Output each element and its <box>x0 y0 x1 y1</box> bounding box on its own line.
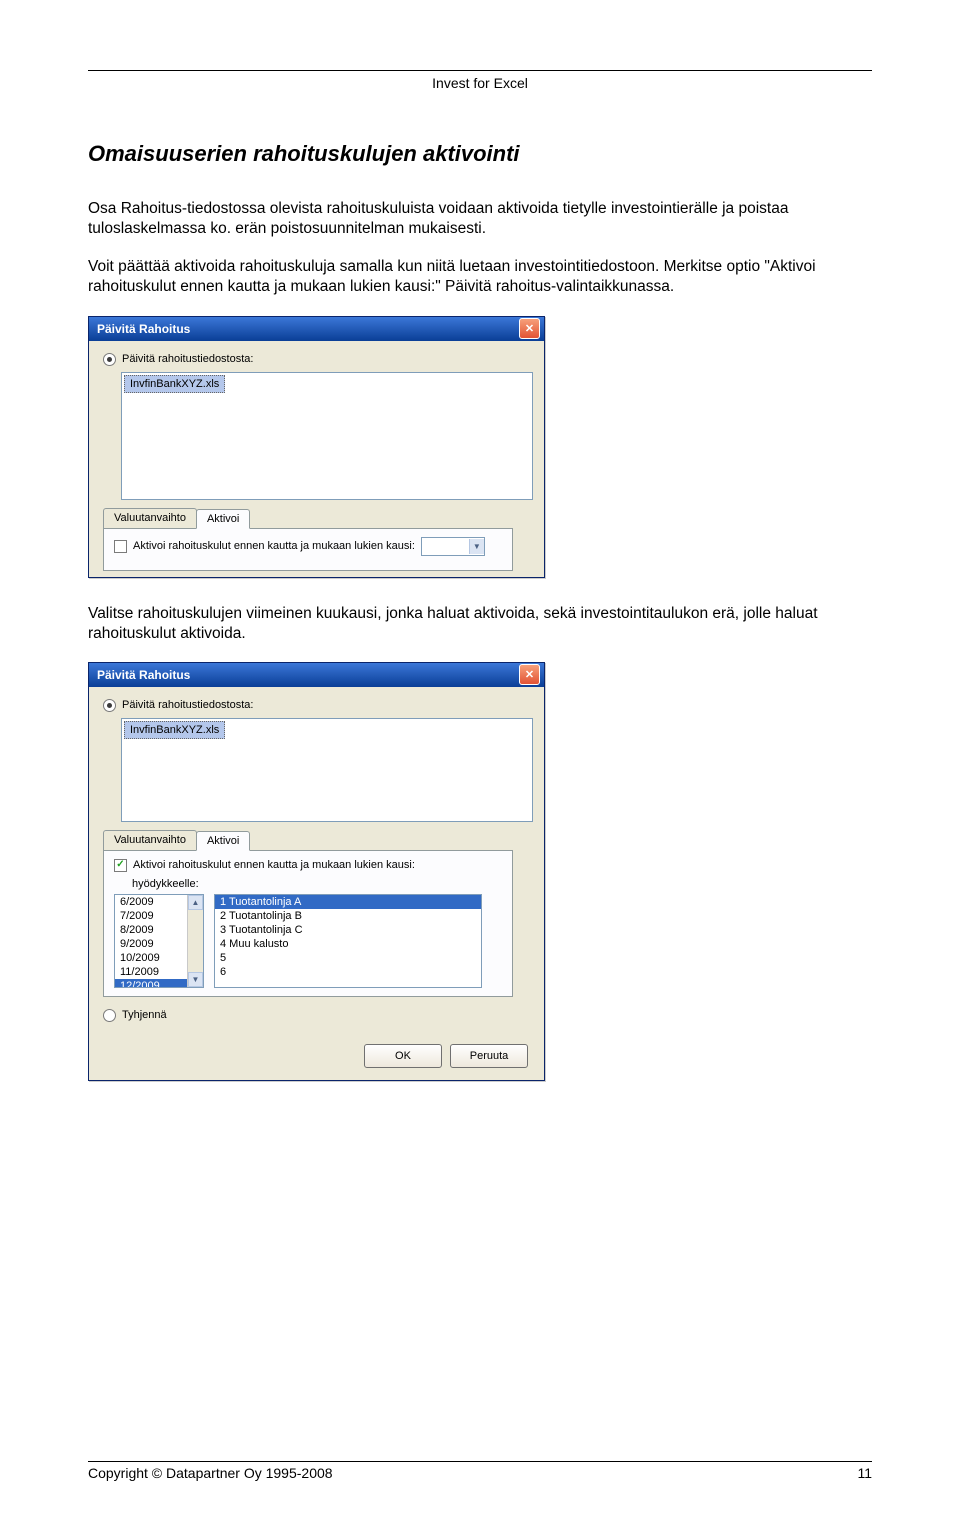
close-icon[interactable]: ✕ <box>519 664 540 685</box>
month-listbox[interactable]: 6/2009 7/2009 8/2009 9/2009 10/2009 11/2… <box>114 894 204 988</box>
asset-label: hyödykkeelle: <box>132 878 502 890</box>
list-item[interactable]: 10/2009 <box>115 951 187 965</box>
radio-update-from-file[interactable]: Päivitä rahoitustiedostosta: <box>103 353 530 366</box>
activate-checkbox-row[interactable]: ✓ Aktivoi rahoituskulut ennen kautta ja … <box>114 859 502 872</box>
dialog-title: Päivitä Rahoitus <box>97 322 519 336</box>
radio-label: Päivitä rahoitustiedostosta: <box>122 699 253 711</box>
page-footer: Copyright © Datapartner Oy 1995-2008 11 <box>88 1447 872 1481</box>
page-number: 11 <box>857 1465 872 1481</box>
period-combo[interactable]: ▼ <box>421 537 485 556</box>
update-finance-dialog-1: Päivitä Rahoitus ✕ Päivitä rahoitustiedo… <box>88 316 545 578</box>
asset-listbox[interactable]: 1 Tuotantolinja A 2 Tuotantolinja B 3 Tu… <box>214 894 482 988</box>
list-item[interactable]: 3 Tuotantolinja C <box>215 923 481 937</box>
tab-panel: ✓ Aktivoi rahoituskulut ennen kautta ja … <box>103 850 513 997</box>
radio-label: Tyhjennä <box>122 1009 167 1021</box>
cancel-button[interactable]: Peruuta <box>450 1044 528 1068</box>
close-icon[interactable]: ✕ <box>519 318 540 339</box>
checkbox-label: Aktivoi rahoituskulut ennen kautta ja mu… <box>133 859 415 871</box>
tab-currency[interactable]: Valuutanvaihto <box>103 508 197 528</box>
update-finance-dialog-2: Päivitä Rahoitus ✕ Päivitä rahoitustiedo… <box>88 662 545 1081</box>
list-item[interactable]: 7/2009 <box>115 909 187 923</box>
checkbox-icon[interactable]: ✓ <box>114 859 127 872</box>
dialog-title: Päivitä Rahoitus <box>97 668 519 682</box>
file-item[interactable]: InvfinBankXYZ.xls <box>124 375 225 393</box>
checkbox-icon[interactable] <box>114 540 127 553</box>
activate-checkbox-row[interactable]: Aktivoi rahoituskulut ennen kautta ja mu… <box>114 537 502 556</box>
tab-currency[interactable]: Valuutanvaihto <box>103 830 197 850</box>
list-item[interactable]: 9/2009 <box>115 937 187 951</box>
tab-activate[interactable]: Aktivoi <box>196 831 250 851</box>
dialog-titlebar[interactable]: Päivitä Rahoitus ✕ <box>89 317 544 341</box>
radio-update-from-file[interactable]: Päivitä rahoitustiedostosta: <box>103 699 530 712</box>
list-item[interactable]: 6/2009 <box>115 895 187 909</box>
tab-strip: Valuutanvaihto Aktivoi <box>103 830 530 850</box>
tab-activate[interactable]: Aktivoi <box>196 509 250 529</box>
list-item[interactable]: 5 <box>215 951 481 965</box>
list-item-selected[interactable]: 1 Tuotantolinja A <box>215 895 481 909</box>
ok-button[interactable]: OK <box>364 1044 442 1068</box>
scroll-down-icon[interactable]: ▼ <box>188 972 203 987</box>
radio-icon <box>103 353 116 366</box>
list-item[interactable]: 4 Muu kalusto <box>215 937 481 951</box>
top-rule <box>88 70 872 71</box>
paragraph-3: Valitse rahoituskulujen viimeinen kuukau… <box>88 604 872 644</box>
chevron-down-icon: ▼ <box>469 539 484 554</box>
list-item[interactable]: 2 Tuotantolinja B <box>215 909 481 923</box>
page-header: Invest for Excel <box>88 75 872 91</box>
checkmark-icon: ✓ <box>116 860 124 870</box>
file-listbox[interactable]: InvfinBankXYZ.xls <box>121 372 533 500</box>
footer-rule <box>88 1461 872 1462</box>
dialog-buttons: OK Peruuta <box>89 1034 544 1080</box>
file-item[interactable]: InvfinBankXYZ.xls <box>124 721 225 739</box>
radio-label: Päivitä rahoitustiedostosta: <box>122 353 253 365</box>
file-listbox[interactable]: InvfinBankXYZ.xls <box>121 718 533 822</box>
radio-icon <box>103 1009 116 1022</box>
paragraph-2: Voit päättää aktivoida rahoituskuluja sa… <box>88 257 872 297</box>
copyright-text: Copyright © Datapartner Oy 1995-2008 <box>88 1465 333 1481</box>
checkbox-label: Aktivoi rahoituskulut ennen kautta ja mu… <box>133 540 415 552</box>
paragraph-1: Osa Rahoitus-tiedostossa olevista rahoit… <box>88 199 872 239</box>
radio-icon <box>103 699 116 712</box>
tab-strip: Valuutanvaihto Aktivoi <box>103 508 530 528</box>
list-item-selected[interactable]: 12/2009 <box>115 979 187 987</box>
list-item[interactable]: 11/2009 <box>115 965 187 979</box>
list-item[interactable]: 8/2009 <box>115 923 187 937</box>
scrollbar[interactable]: ▲ ▼ <box>187 895 203 987</box>
section-heading: Omaisuuserien rahoituskulujen aktivointi <box>88 141 872 167</box>
radio-clear[interactable]: Tyhjennä <box>103 1009 530 1022</box>
scroll-up-icon[interactable]: ▲ <box>188 895 203 910</box>
list-item[interactable]: 6 <box>215 965 481 979</box>
dialog-titlebar[interactable]: Päivitä Rahoitus ✕ <box>89 663 544 687</box>
tab-panel: Aktivoi rahoituskulut ennen kautta ja mu… <box>103 528 513 571</box>
